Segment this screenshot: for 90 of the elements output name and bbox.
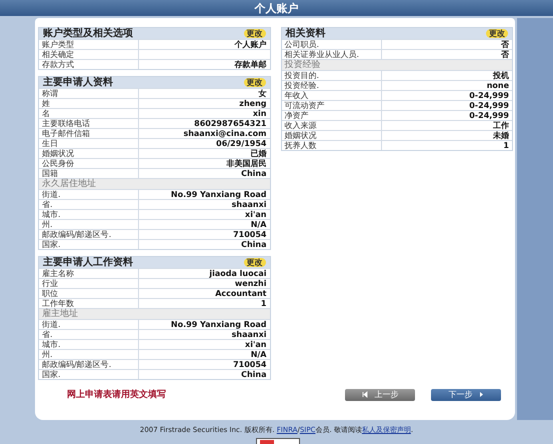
field-label: 邮政编码/邮递区号. xyxy=(39,230,139,239)
field-value: 已婚 xyxy=(250,149,268,158)
field-label: 公民身份 xyxy=(39,159,139,168)
field-value: none xyxy=(486,81,510,90)
edit-button[interactable]: 更改 xyxy=(244,78,266,87)
field-value: 06/29/1954 xyxy=(215,139,268,148)
field-label: 投资目的. xyxy=(282,71,382,80)
field-value: 1 xyxy=(260,299,268,308)
field-label: 省. xyxy=(39,330,139,339)
field-value: 否 xyxy=(500,40,510,49)
field-label: 生日 xyxy=(39,139,139,148)
section-title: 相关资料 xyxy=(286,28,326,38)
field-label: 投资经验. xyxy=(282,81,382,90)
field-label: 街道. xyxy=(39,320,139,329)
field-value: 0-24,999 xyxy=(468,101,510,110)
notice-text: 网上申请表请用英文填写 xyxy=(67,388,166,401)
edit-button[interactable]: 更改 xyxy=(244,29,266,38)
field-label: 行业 xyxy=(39,279,139,288)
field-label: 婚姻状况 xyxy=(282,131,382,140)
field-value: 存款单邮 xyxy=(234,60,268,69)
field-value: N/A xyxy=(250,220,268,229)
field-value: 8602987654321 xyxy=(193,119,268,128)
field-label: 婚姻状况 xyxy=(39,149,139,158)
field-value: xin xyxy=(252,109,268,118)
field-value: China xyxy=(240,169,268,178)
field-label: 街道. xyxy=(39,190,139,199)
field-label: 邮政编码/邮递区号. xyxy=(39,360,139,369)
field-value: Accountant xyxy=(214,289,268,298)
field-label: 账户类型 xyxy=(39,40,139,49)
field-label: 职位 xyxy=(39,289,139,298)
field-label: 相关确定 xyxy=(39,50,139,59)
field-value: China xyxy=(240,240,268,249)
field-value: 非美国居民 xyxy=(226,159,268,168)
field-label: 城市. xyxy=(39,340,139,349)
field-value: shaanxi@cina.com xyxy=(182,129,268,138)
field-label: 名 xyxy=(39,109,139,118)
field-value: shaanxi xyxy=(230,200,268,209)
field-value: N/A xyxy=(250,350,268,359)
section-title: 主要申请人资料 xyxy=(43,78,113,88)
field-value: 0-24,999 xyxy=(468,91,510,100)
field-value: xi'an xyxy=(244,340,268,349)
field-value: 女 xyxy=(258,89,268,98)
field-value: 1 xyxy=(502,141,510,150)
field-label: 州. xyxy=(39,220,139,229)
back-button[interactable]: 上一步 xyxy=(345,388,415,400)
field-value: xi'an xyxy=(244,210,268,219)
field-label: 主要联络电话 xyxy=(39,119,139,128)
field-value: wenzhi xyxy=(234,279,268,288)
field-value: zheng xyxy=(238,99,268,108)
field-label: 净资产 xyxy=(282,111,382,120)
field-label: 可流动资产 xyxy=(282,101,382,110)
section-title: 主要申请人工作资料 xyxy=(43,258,133,268)
field-value: 个人账户 xyxy=(234,40,268,49)
field-label: 州. xyxy=(39,350,139,359)
window-title: 个人账户 xyxy=(254,0,298,16)
field-value: 投机 xyxy=(492,71,510,80)
subsection-header: 永久居住地址 xyxy=(39,178,270,189)
field-value: No.99 Yanxiang Road xyxy=(170,190,268,199)
back-arrow-icon xyxy=(362,391,368,398)
field-label: 国家. xyxy=(39,370,139,379)
field-label: 存款方式 xyxy=(39,60,139,69)
field-label: 省. xyxy=(39,200,139,209)
section-title: 账户类型及相关选项 xyxy=(43,28,133,38)
field-label: 抚养人数 xyxy=(282,141,382,150)
field-label: 城市. xyxy=(39,210,139,219)
field-value: China xyxy=(240,370,268,379)
field-label: 收入来源 xyxy=(282,121,382,130)
edit-button[interactable]: 更改 xyxy=(486,29,508,38)
next-button[interactable]: 下一步 xyxy=(431,388,501,400)
field-value: shaanxi xyxy=(230,330,268,339)
next-arrow-icon xyxy=(478,391,484,398)
field-value: 710054 xyxy=(232,230,268,239)
field-label: 公司职员. xyxy=(282,40,382,49)
field-value: 工作 xyxy=(492,121,510,130)
field-label: 雇主名称 xyxy=(39,269,139,278)
subsection-header: 投资经验 xyxy=(282,59,512,70)
field-value: 710054 xyxy=(232,360,268,369)
field-value: jiaoda luocai xyxy=(208,269,268,278)
field-label: 年收入 xyxy=(282,91,382,100)
edit-button[interactable]: 更改 xyxy=(244,258,266,267)
field-label: 姓 xyxy=(39,99,139,108)
field-value: 否 xyxy=(500,50,510,59)
subsection-header: 雇主地址 xyxy=(39,308,270,319)
field-value: No.99 Yanxiang Road xyxy=(170,320,268,329)
seal-icon xyxy=(256,438,300,444)
field-value: 0-24,999 xyxy=(468,111,510,120)
field-value: 未婚 xyxy=(492,131,510,140)
field-label: 电子邮件信箱 xyxy=(39,129,139,138)
field-label: 称谓 xyxy=(39,89,139,98)
field-label: 国家. xyxy=(39,240,139,249)
